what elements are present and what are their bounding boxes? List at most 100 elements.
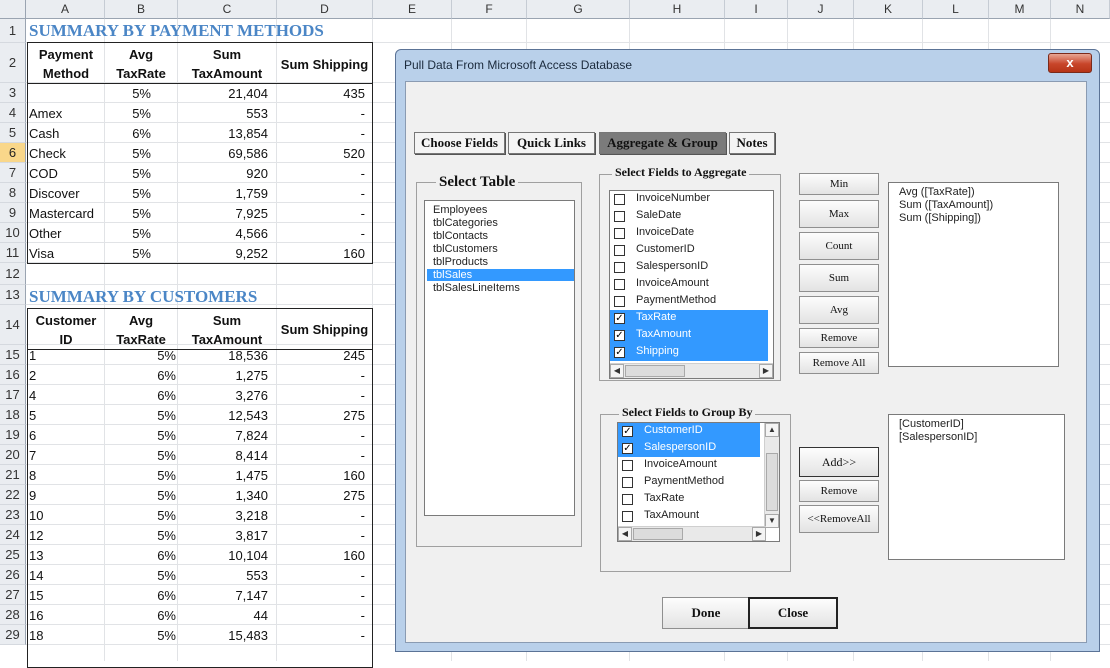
field-row[interactable]: ✓ SalespersonID [618, 440, 760, 457]
cell-avg-taxrate[interactable]: 5% [105, 628, 176, 643]
row-header-16[interactable]: 16 [0, 365, 26, 385]
cell-sum-taxamount[interactable]: 18,536 [178, 348, 268, 363]
column-header-m[interactable]: M [989, 0, 1051, 19]
column-header-k[interactable]: K [854, 0, 923, 19]
cell-sum-shipping[interactable]: - [277, 588, 365, 603]
scroll-down-icon[interactable]: ▼ [765, 514, 779, 528]
column-header-f[interactable]: F [452, 0, 527, 19]
cell-avg-taxrate[interactable]: 5% [105, 568, 176, 583]
cell-payment-method[interactable]: Amex [29, 106, 62, 121]
cell-sum-shipping[interactable]: - [277, 428, 365, 443]
checkbox-checked-icon[interactable]: ✓ [622, 426, 633, 437]
tab-notes[interactable]: Notes [729, 132, 775, 154]
cell-sum-shipping[interactable]: 160 [277, 548, 365, 563]
row-header-17[interactable]: 17 [0, 385, 26, 405]
cell-customer-id[interactable]: 13 [29, 548, 43, 563]
row-header-11[interactable]: 11 [0, 243, 26, 263]
cell-sum-taxamount[interactable]: 13,854 [178, 126, 268, 141]
row-header-5[interactable]: 5 [0, 123, 26, 143]
select-all-corner[interactable] [0, 0, 26, 19]
cell-payment-method[interactable]: Other [29, 226, 62, 241]
cell-sum-shipping[interactable]: 275 [277, 408, 365, 423]
row-header-15[interactable]: 15 [0, 345, 26, 365]
cell-sum-shipping[interactable]: 275 [277, 488, 365, 503]
column-header-i[interactable]: I [725, 0, 788, 19]
cell-avg-taxrate[interactable]: 6% [105, 368, 176, 383]
result-item[interactable]: Sum ([Shipping]) [899, 212, 981, 224]
cell-customer-id[interactable]: 6 [29, 428, 36, 443]
row-header-8[interactable]: 8 [0, 183, 26, 203]
cell-sum-taxamount[interactable]: 7,147 [178, 588, 268, 603]
cell-customer-id[interactable]: 4 [29, 388, 36, 403]
count-aggregate-button[interactable]: Count [799, 232, 879, 260]
field-row[interactable]: InvoiceAmount [618, 457, 760, 474]
field-row[interactable]: TaxAmount [618, 508, 760, 525]
close-icon[interactable]: x [1048, 53, 1092, 73]
cell-sum-shipping[interactable]: 160 [277, 246, 365, 261]
cell-sum-shipping[interactable]: - [277, 508, 365, 523]
tab-choose-fields[interactable]: Choose Fields [414, 132, 505, 154]
column-header-b[interactable]: B [105, 0, 178, 19]
cell-sum-shipping[interactable]: - [277, 166, 365, 181]
checkbox-icon[interactable] [622, 511, 633, 522]
row-header-9[interactable]: 9 [0, 203, 26, 223]
group-vscroll-thumb[interactable] [766, 453, 778, 511]
row-header-27[interactable]: 27 [0, 585, 26, 605]
cell-avg-taxrate[interactable]: 5% [105, 348, 176, 363]
tab-quick-links[interactable]: Quick Links [508, 132, 595, 154]
cell-avg-taxrate[interactable]: 5% [105, 448, 176, 463]
column-header-g[interactable]: G [527, 0, 630, 19]
remove-all-aggregate-button[interactable]: Remove All [799, 352, 879, 374]
table-list-item[interactable]: Employees [433, 204, 487, 216]
cell-sum-taxamount[interactable]: 12,543 [178, 408, 268, 423]
table-list[interactable]: Employees tblCategories tblContacts tblCust… [424, 200, 575, 516]
tab-aggregate-group[interactable]: Aggregate & Group [599, 132, 726, 154]
cell-sum-shipping[interactable]: - [277, 368, 365, 383]
row-header-26[interactable]: 26 [0, 565, 26, 585]
cell-sum-shipping[interactable]: 245 [277, 348, 365, 363]
field-row[interactable]: PaymentMethod [618, 474, 760, 491]
checkbox-checked-icon[interactable]: ✓ [614, 330, 625, 341]
cell-sum-taxamount[interactable]: 1,475 [178, 468, 268, 483]
row-header-10[interactable]: 10 [0, 223, 26, 243]
remove-aggregate-button[interactable]: Remove [799, 328, 879, 348]
row-header-13[interactable]: 13 [0, 285, 26, 305]
cell-payment-method[interactable]: Cash [29, 126, 59, 141]
scroll-left-icon[interactable]: ◀ [618, 527, 632, 541]
group-hscroll[interactable]: ◀ ▶ [618, 526, 766, 541]
row-header-20[interactable]: 20 [0, 445, 26, 465]
cell-customer-id[interactable]: 5 [29, 408, 36, 423]
result-item[interactable]: [SalespersonID] [899, 431, 977, 443]
field-row[interactable]: CustomerID [610, 242, 768, 259]
checkbox-checked-icon[interactable]: ✓ [614, 313, 625, 324]
min-aggregate-button[interactable]: Min [799, 173, 879, 195]
cell-sum-shipping[interactable]: - [277, 186, 365, 201]
column-header-a[interactable]: A [26, 0, 105, 19]
cell-avg-taxrate[interactable]: 5% [105, 508, 176, 523]
row-header-12[interactable]: 12 [0, 263, 26, 285]
checkbox-icon[interactable] [622, 494, 633, 505]
cell-payment-method[interactable]: COD [29, 166, 58, 181]
cell-payment-method[interactable]: Mastercard [29, 206, 94, 221]
column-header-c[interactable]: C [178, 0, 277, 19]
row-header-7[interactable]: 7 [0, 163, 26, 183]
scroll-right-icon[interactable]: ▶ [759, 364, 773, 378]
cell-avg-taxrate[interactable]: 5% [105, 166, 151, 181]
max-aggregate-button[interactable]: Max [799, 200, 879, 228]
cell-customer-id[interactable]: 8 [29, 468, 36, 483]
result-item[interactable]: Avg ([TaxRate]) [899, 186, 975, 198]
cell-avg-taxrate[interactable]: 6% [105, 608, 176, 623]
cell-sum-taxamount[interactable]: 920 [178, 166, 268, 181]
result-item[interactable]: [CustomerID] [899, 418, 964, 430]
table-list-item[interactable]: tblSalesLineItems [433, 282, 520, 294]
cell-sum-taxamount[interactable]: 8,414 [178, 448, 268, 463]
cell-sum-taxamount[interactable]: 15,483 [178, 628, 268, 643]
row-header-2[interactable]: 2 [0, 43, 26, 83]
cell-customer-id[interactable]: 9 [29, 488, 36, 503]
aggregate-hscroll[interactable]: ◀ ▶ [610, 363, 773, 378]
cell-sum-shipping[interactable]: - [277, 568, 365, 583]
add-group-button[interactable]: Add>> [799, 447, 879, 477]
row-header-6[interactable]: 6 [0, 143, 26, 163]
checkbox-icon[interactable] [614, 194, 625, 205]
cell-sum-shipping[interactable]: - [277, 528, 365, 543]
